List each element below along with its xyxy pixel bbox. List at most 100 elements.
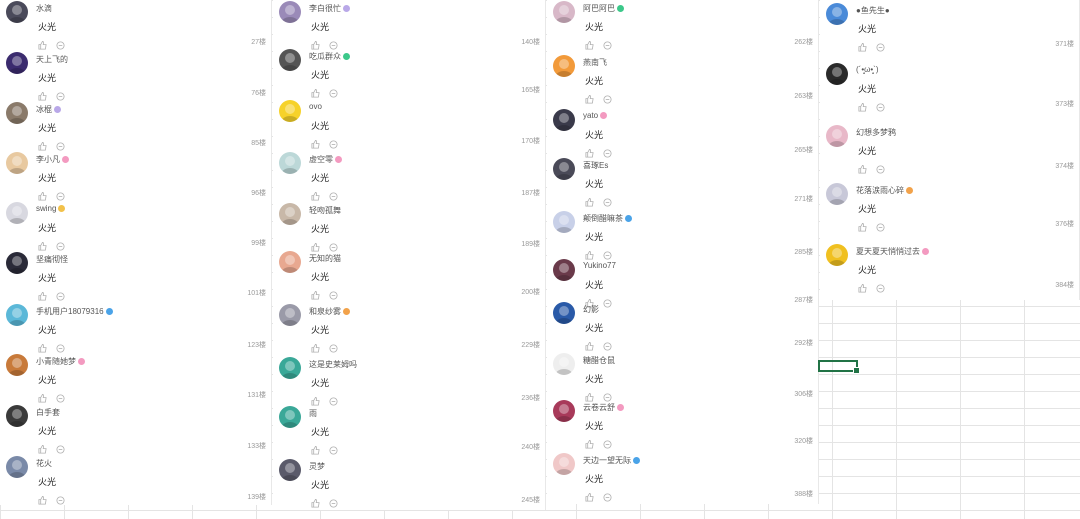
- username[interactable]: 水滴: [36, 3, 52, 14]
- reply-icon[interactable]: [876, 280, 885, 293]
- username-text[interactable]: yato: [583, 111, 598, 120]
- username-text[interactable]: 花火: [36, 459, 52, 468]
- reply-icon[interactable]: [329, 239, 338, 252]
- username[interactable]: ●鱼先生●: [856, 5, 890, 16]
- reply-icon[interactable]: [603, 436, 612, 449]
- avatar[interactable]: [279, 203, 301, 225]
- username[interactable]: 天边一望无际: [583, 455, 640, 466]
- reply-icon[interactable]: [603, 389, 612, 402]
- username-text[interactable]: 李白很忙: [309, 4, 341, 13]
- reply-icon[interactable]: [329, 495, 338, 508]
- username[interactable]: 李白很忙: [309, 3, 350, 14]
- username[interactable]: 冰棍: [36, 104, 61, 115]
- avatar[interactable]: [6, 354, 28, 376]
- avatar[interactable]: [826, 63, 848, 85]
- avatar[interactable]: [553, 158, 575, 180]
- reply-icon[interactable]: [876, 219, 885, 232]
- reply-icon[interactable]: [876, 39, 885, 52]
- avatar[interactable]: [553, 211, 575, 233]
- thumbs-up-icon[interactable]: [311, 287, 320, 300]
- avatar[interactable]: [6, 304, 28, 326]
- reply-icon[interactable]: [329, 340, 338, 353]
- thumbs-up-icon[interactable]: [858, 280, 867, 293]
- thumbs-up-icon[interactable]: [311, 37, 320, 50]
- thumbs-up-icon[interactable]: [585, 436, 594, 449]
- thumbs-up-icon[interactable]: [311, 136, 320, 149]
- reply-icon[interactable]: [329, 188, 338, 201]
- thumbs-up-icon[interactable]: [858, 219, 867, 232]
- username-text[interactable]: 阿巴阿巴: [583, 4, 615, 13]
- reply-icon[interactable]: [56, 238, 65, 251]
- avatar[interactable]: [6, 1, 28, 23]
- thumbs-up-icon[interactable]: [585, 194, 594, 207]
- thumbs-up-icon[interactable]: [585, 91, 594, 104]
- username[interactable]: 小青随她梦: [36, 356, 85, 367]
- reply-icon[interactable]: [329, 37, 338, 50]
- thumbs-up-icon[interactable]: [585, 37, 594, 50]
- avatar[interactable]: [279, 304, 301, 326]
- username[interactable]: ovo: [309, 102, 322, 111]
- avatar[interactable]: [279, 251, 301, 273]
- username[interactable]: swing: [36, 204, 66, 213]
- avatar[interactable]: [826, 125, 848, 147]
- username[interactable]: 燕南飞: [583, 57, 607, 68]
- avatar[interactable]: [553, 353, 575, 375]
- avatar[interactable]: [826, 244, 848, 266]
- username-text[interactable]: 幻影: [583, 305, 599, 314]
- username-text[interactable]: 坚痛彻怪: [36, 255, 68, 264]
- thumbs-up-icon[interactable]: [311, 393, 320, 406]
- selected-cell[interactable]: [818, 360, 860, 374]
- avatar[interactable]: [279, 459, 301, 481]
- username-text[interactable]: Yukino77: [583, 261, 616, 270]
- reply-icon[interactable]: [56, 288, 65, 301]
- username[interactable]: 糖醋仓鼠: [583, 355, 615, 366]
- avatar[interactable]: [553, 55, 575, 77]
- username-text[interactable]: 轻吻孤舞: [309, 206, 341, 215]
- reply-icon[interactable]: [603, 194, 612, 207]
- username-text[interactable]: 夏天夏天悄悄过去: [856, 247, 920, 256]
- avatar[interactable]: [6, 102, 28, 124]
- thumbs-up-icon[interactable]: [38, 37, 47, 50]
- username-text[interactable]: 无知的猫: [309, 254, 341, 263]
- reply-icon[interactable]: [603, 145, 612, 158]
- username[interactable]: 和泉纱雾: [309, 306, 350, 317]
- reply-icon[interactable]: [56, 390, 65, 403]
- reply-icon[interactable]: [56, 188, 65, 201]
- username[interactable]: 白手套: [36, 407, 60, 418]
- username[interactable]: 颠倒醋嘛茶: [583, 213, 632, 224]
- thumbs-up-icon[interactable]: [585, 145, 594, 158]
- reply-icon[interactable]: [876, 99, 885, 112]
- username-text[interactable]: 小青随她梦: [36, 357, 76, 366]
- username[interactable]: 吃瓜群众: [309, 51, 350, 62]
- username[interactable]: 轻吻孤舞: [309, 205, 341, 216]
- thumbs-up-icon[interactable]: [38, 138, 47, 151]
- avatar[interactable]: [279, 406, 301, 428]
- thumbs-up-icon[interactable]: [858, 161, 867, 174]
- thumbs-up-icon[interactable]: [311, 85, 320, 98]
- username-text[interactable]: 喜琢Es: [583, 161, 608, 170]
- username[interactable]: 花落涙雨心碎: [856, 185, 913, 196]
- avatar[interactable]: [6, 52, 28, 74]
- username-text[interactable]: 虚空零: [309, 155, 333, 164]
- avatar[interactable]: [6, 405, 28, 427]
- thumbs-up-icon[interactable]: [585, 389, 594, 402]
- username[interactable]: 夏天夏天悄悄过去: [856, 246, 929, 257]
- username-text[interactable]: 天上飞的: [36, 55, 68, 64]
- avatar[interactable]: [553, 109, 575, 131]
- username[interactable]: 天上飞的: [36, 54, 68, 65]
- username[interactable]: 幻想多梦鸦: [856, 127, 896, 138]
- username-text[interactable]: 手机用户18079316: [36, 307, 104, 316]
- thumbs-up-icon[interactable]: [311, 340, 320, 353]
- avatar[interactable]: [6, 252, 28, 274]
- username[interactable]: 喜琢Es: [583, 160, 608, 171]
- reply-icon[interactable]: [329, 136, 338, 149]
- avatar[interactable]: [279, 100, 301, 122]
- reply-icon[interactable]: [329, 442, 338, 455]
- avatar[interactable]: [826, 3, 848, 25]
- reply-icon[interactable]: [329, 85, 338, 98]
- username-text[interactable]: ●鱼先生●: [856, 6, 890, 15]
- username-text[interactable]: ovo: [309, 102, 322, 111]
- username-text[interactable]: 雨: [309, 409, 317, 418]
- thumbs-up-icon[interactable]: [38, 238, 47, 251]
- avatar[interactable]: [826, 183, 848, 205]
